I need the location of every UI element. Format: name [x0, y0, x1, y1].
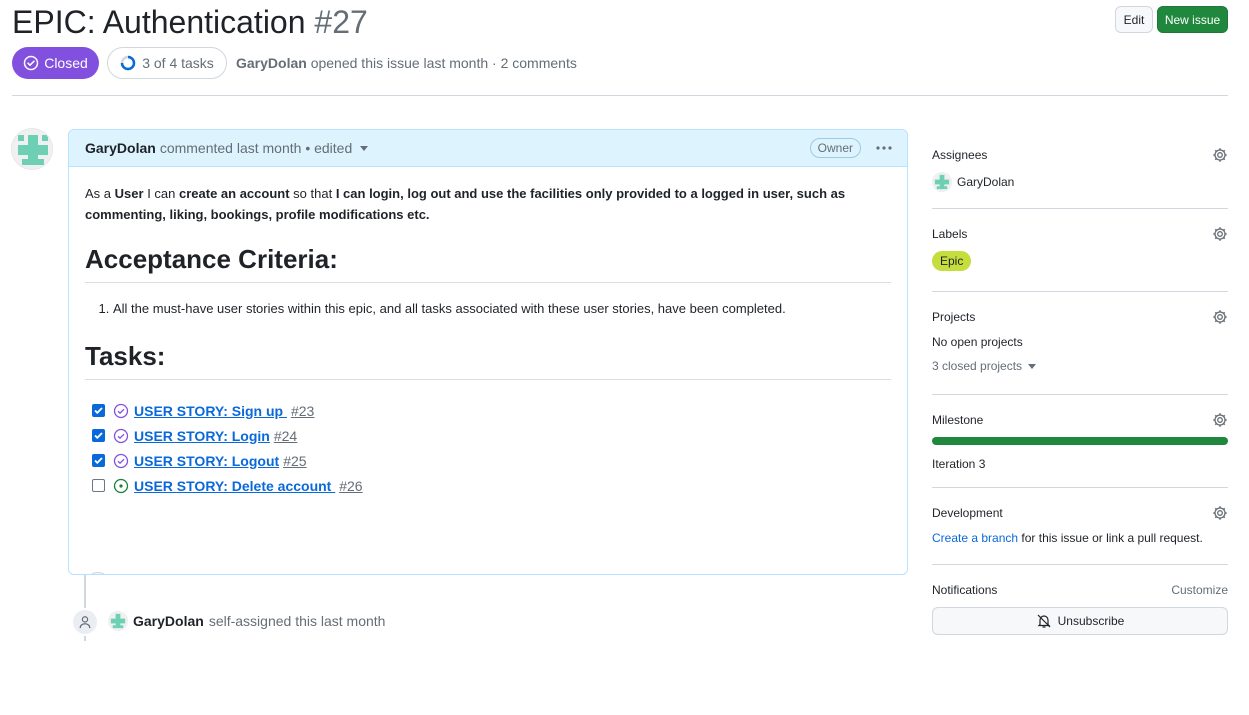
- task-item: USER STORY: Delete account #26: [85, 473, 891, 498]
- closed-projects-label: 3 closed projects: [932, 359, 1023, 373]
- issue-title-text: EPIC: Authentication: [12, 4, 306, 40]
- criteria-list: All the must-have user stories within th…: [85, 299, 891, 319]
- owner-badge: Owner: [809, 138, 861, 158]
- add-reaction-button[interactable]: [85, 572, 111, 574]
- epic-label[interactable]: Epic: [932, 251, 972, 271]
- chevron-down-icon[interactable]: [360, 145, 369, 151]
- sidebar-notifications: Notifications Customize Unsubscribe: [932, 582, 1228, 635]
- milestone-name[interactable]: Iteration 3: [932, 457, 1228, 471]
- closed-issue-icon: [113, 428, 129, 443]
- timeline-action: self-assigned this last month: [208, 613, 386, 629]
- sidebar-development: Development Create a branch for this iss…: [932, 505, 1228, 545]
- issue-comment: GaryDolan commented last month • edited …: [68, 129, 908, 575]
- milestone-heading: Milestone: [932, 413, 984, 427]
- author-link[interactable]: GaryDolan: [236, 55, 307, 71]
- avatar[interactable]: [11, 128, 53, 170]
- gear-icon[interactable]: [1212, 505, 1228, 521]
- sidebar-projects: Projects No open projects 3 closed proje…: [932, 309, 1228, 373]
- closed-projects-toggle[interactable]: 3 closed projects: [932, 359, 1228, 373]
- task-checkbox[interactable]: [92, 429, 105, 442]
- customize-link[interactable]: Customize: [1171, 583, 1228, 597]
- tasks-heading: Tasks:: [85, 339, 891, 380]
- gear-icon[interactable]: [1212, 309, 1228, 325]
- task-link[interactable]: USER STORY: Delete account #26: [134, 478, 363, 494]
- tasks-progress-text: 3 of 4 tasks: [142, 55, 214, 71]
- sidebar-divider: [932, 291, 1228, 292]
- task-link[interactable]: USER STORY: Logout #25: [134, 453, 307, 469]
- task-item: USER STORY: Sign up #23: [85, 398, 891, 423]
- notifications-heading: Notifications: [932, 583, 998, 597]
- bell-slash-icon: [1037, 614, 1051, 628]
- comment-meta[interactable]: commented last month • edited: [160, 140, 352, 156]
- sidebar-divider: [932, 208, 1228, 209]
- timeline-event: GaryDolan self-assigned this last month: [108, 611, 385, 631]
- sidebar-labels: Labels Epic: [932, 226, 1228, 271]
- projects-value: No open projects: [932, 335, 1023, 349]
- gear-icon[interactable]: [1212, 147, 1228, 163]
- issue-title: EPIC: Authentication #27: [12, 2, 368, 42]
- comment-author[interactable]: GaryDolan: [85, 140, 156, 156]
- create-branch-link[interactable]: Create a branch: [932, 531, 1018, 545]
- closed-issue-icon: [113, 403, 129, 418]
- development-text: Create a branch for this issue or link a…: [932, 531, 1228, 545]
- open-issue-icon: [113, 478, 129, 493]
- projects-heading: Projects: [932, 310, 976, 324]
- acceptance-heading: Acceptance Criteria:: [85, 242, 891, 283]
- header-divider: [12, 95, 1228, 96]
- progress-ring-icon: [120, 55, 136, 71]
- milestone-progress-bar: [932, 437, 1228, 445]
- person-icon: [71, 608, 99, 636]
- task-checkbox[interactable]: [92, 454, 105, 467]
- opened-by: GaryDolan opened this issue last month ·…: [236, 55, 577, 71]
- assignee-name[interactable]: GaryDolan: [957, 175, 1014, 189]
- development-rest: for this issue or link a pull request.: [1021, 531, 1203, 545]
- state-badge: Closed: [12, 47, 99, 79]
- opened-meta: opened this issue last month · 2 comment…: [310, 55, 577, 71]
- task-link[interactable]: USER STORY: Sign up #23: [134, 403, 314, 419]
- unsubscribe-button[interactable]: Unsubscribe: [932, 607, 1228, 635]
- task-link[interactable]: USER STORY: Login #24: [134, 428, 297, 444]
- gear-icon[interactable]: [1212, 412, 1228, 428]
- task-list: USER STORY: Sign up #23 USER STORY: Logi…: [85, 398, 891, 498]
- description-paragraph: As a User I can create an account so tha…: [85, 186, 846, 222]
- comment-header: GaryDolan commented last month • edited …: [69, 130, 907, 167]
- new-issue-button[interactable]: New issue: [1157, 6, 1228, 33]
- gear-icon[interactable]: [1212, 226, 1228, 242]
- comment-body: As a User I can create an account so tha…: [69, 167, 907, 574]
- avatar[interactable]: [932, 172, 952, 192]
- assignees-heading: Assignees: [932, 148, 988, 162]
- chevron-down-icon: [1028, 363, 1037, 369]
- edit-button[interactable]: Edit: [1115, 6, 1153, 33]
- sidebar-divider: [932, 487, 1228, 488]
- list-item: All the must-have user stories within th…: [113, 299, 891, 319]
- sidebar-divider: [932, 564, 1228, 565]
- task-item: USER STORY: Logout #25: [85, 448, 891, 473]
- sidebar-divider: [932, 394, 1228, 395]
- sidebar-milestone: Milestone Iteration 3: [932, 412, 1228, 471]
- state-label: Closed: [44, 55, 88, 71]
- task-checkbox[interactable]: [92, 404, 105, 417]
- avatar[interactable]: [108, 611, 128, 631]
- task-item: USER STORY: Login #24: [85, 423, 891, 448]
- unsubscribe-label: Unsubscribe: [1057, 614, 1125, 628]
- development-heading: Development: [932, 506, 1003, 520]
- labels-heading: Labels: [932, 227, 968, 241]
- timeline-actor[interactable]: GaryDolan: [133, 613, 204, 629]
- issue-number: #27: [314, 4, 368, 40]
- tasks-progress-badge[interactable]: 3 of 4 tasks: [107, 47, 227, 79]
- kebab-menu-icon[interactable]: [873, 138, 895, 158]
- closed-issue-icon: [113, 453, 129, 468]
- sidebar-assignees: Assignees GaryDolan: [932, 147, 1228, 192]
- check-circle-icon: [23, 55, 39, 71]
- issue-meta: Closed 3 of 4 tasks GaryDolan opened thi…: [12, 47, 577, 79]
- task-checkbox[interactable]: [92, 479, 105, 492]
